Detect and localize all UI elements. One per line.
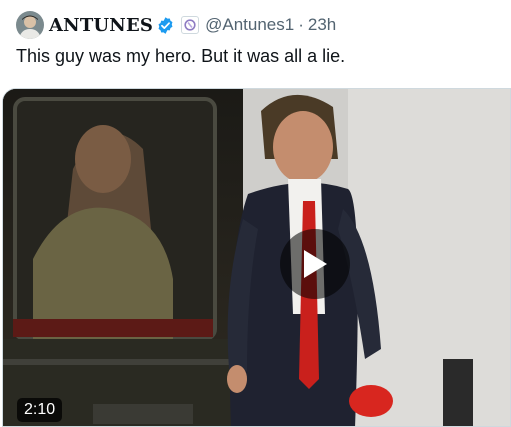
video-player[interactable]: 2:10 [2, 88, 511, 427]
separator-dot: · [298, 15, 304, 34]
author-display-name[interactable]: ANTUNES [49, 15, 153, 36]
tweet-text: This guy was my hero. But it was all a l… [16, 46, 346, 66]
tweet-card[interactable]: ANTUNES @Antunes1 · 23h This guy was my … [0, 0, 511, 427]
affiliate-badge-icon[interactable] [181, 16, 200, 34]
video-duration-badge: 2:10 [17, 398, 63, 422]
author-handle[interactable]: @Antunes1 [205, 15, 294, 35]
verified-badge-icon[interactable] [156, 16, 175, 35]
user-avatar[interactable] [16, 11, 44, 39]
tweet-header: ANTUNES @Antunes1 · 23h [16, 11, 336, 39]
post-timestamp[interactable]: 23h [308, 15, 336, 35]
play-button[interactable] [280, 229, 350, 299]
video-thumbnail [3, 89, 510, 426]
play-icon [304, 250, 327, 278]
